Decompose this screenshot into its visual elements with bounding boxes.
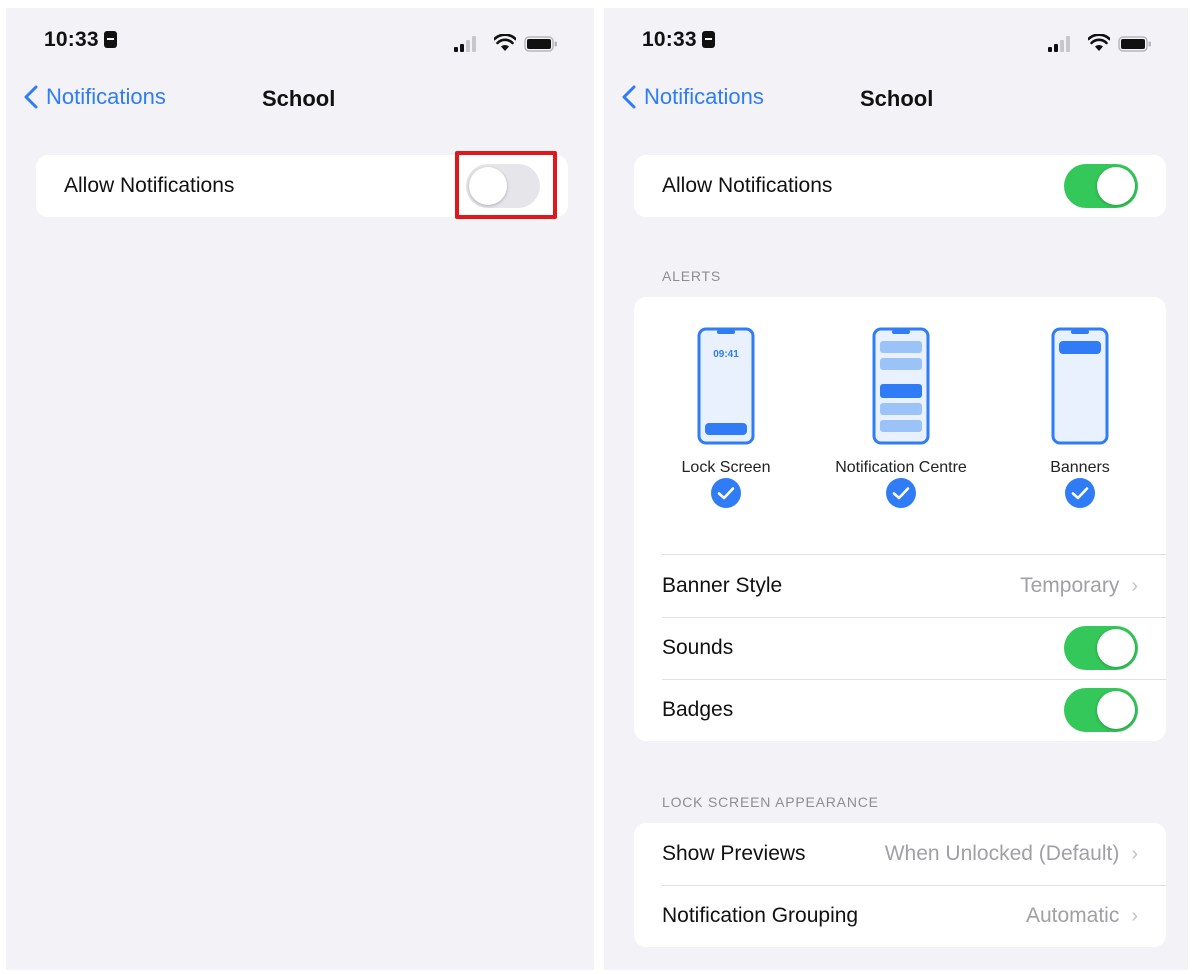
show-previews-value-wrap: When Unlocked (Default) ›: [885, 842, 1138, 866]
alert-option-lock-screen[interactable]: 09:41 Lock Screen: [636, 327, 816, 509]
id-card-icon: [701, 31, 715, 48]
battery-icon: [1118, 36, 1151, 52]
alert-option-banners[interactable]: Banners: [990, 327, 1170, 509]
banner-style-row[interactable]: Banner Style Temporary ›: [634, 555, 1166, 617]
toggle-knob: [1097, 691, 1135, 729]
wifi-icon: [494, 34, 516, 51]
allow-notifications-row: Allow Notifications: [36, 155, 568, 217]
phone-notification-centre-icon: [872, 327, 930, 445]
alert-styles: 09:41 Lock Screen Notification Centre Ba…: [634, 297, 1166, 555]
status-icons: [454, 34, 564, 54]
checkmark-icon: [1065, 478, 1095, 508]
phone-lock-screen-icon: 09:41: [697, 327, 755, 445]
alerts-group: 09:41 Lock Screen Notification Centre Ba…: [634, 297, 1166, 741]
alerts-section-header: ALERTS: [662, 268, 722, 284]
id-card-icon: [103, 31, 117, 48]
allow-notifications-group: Allow Notifications: [36, 155, 568, 217]
alert-option-notification-centre[interactable]: Notification Centre: [811, 327, 991, 509]
notification-grouping-label: Notification Grouping: [662, 904, 859, 927]
phone-banners-icon: [1051, 327, 1109, 445]
show-previews-row[interactable]: Show Previews When Unlocked (Default) ›: [634, 823, 1166, 885]
lock-screen-preview-time: 09:41: [713, 349, 739, 360]
page-title: School: [262, 86, 336, 111]
badges-toggle[interactable]: [1064, 688, 1138, 732]
allow-notifications-label: Allow Notifications: [662, 174, 833, 197]
right-screen: 10:33 Notifications School Allow Notific…: [604, 8, 1188, 970]
show-previews-label: Show Previews: [662, 842, 806, 865]
notification-grouping-value-wrap: Automatic ›: [1026, 904, 1138, 928]
alert-option-label: Banners: [1050, 459, 1110, 476]
back-label: Notifications: [46, 84, 166, 109]
alert-option-label: Lock Screen: [681, 459, 771, 476]
lock-screen-appearance-header: LOCK SCREEN APPEARANCE: [662, 794, 879, 810]
checkmark-icon: [711, 478, 741, 508]
checkmark-icon: [886, 478, 916, 508]
status-bar: 10:33: [6, 28, 594, 58]
left-screen: 10:33 Notifications School Allow Notific…: [6, 8, 594, 970]
battery-icon: [524, 36, 557, 52]
status-time: 10:33: [642, 28, 715, 52]
signal-icon: [454, 36, 476, 52]
status-time: 10:33: [44, 28, 117, 52]
status-bar: 10:33: [604, 28, 1188, 58]
toggle-knob: [469, 167, 507, 205]
badges-label: Badges: [662, 698, 734, 721]
show-previews-value: When Unlocked (Default): [884, 842, 1120, 865]
back-label: Notifications: [644, 84, 764, 109]
lock-screen-appearance-group: Show Previews When Unlocked (Default) › …: [634, 823, 1166, 947]
allow-notifications-label: Allow Notifications: [64, 174, 235, 197]
chevron-left-icon: [24, 85, 38, 109]
wifi-icon: [1088, 34, 1110, 51]
toggle-knob: [1097, 629, 1135, 667]
allow-notifications-group: Allow Notifications: [634, 155, 1166, 217]
chevron-right-icon: ›: [1131, 842, 1138, 865]
chevron-right-icon: ›: [1131, 574, 1138, 597]
allow-notifications-toggle[interactable]: [466, 164, 540, 208]
alert-option-label: Notification Centre: [835, 459, 967, 476]
banner-style-value: Temporary: [1020, 574, 1120, 597]
badges-row: Badges: [634, 679, 1166, 741]
toggle-knob: [1097, 167, 1135, 205]
page-title: School: [860, 86, 934, 111]
sounds-label: Sounds: [662, 636, 734, 659]
back-button[interactable]: Notifications: [622, 84, 764, 110]
notification-grouping-row[interactable]: Notification Grouping Automatic ›: [634, 885, 1166, 947]
allow-notifications-toggle[interactable]: [1064, 164, 1138, 208]
sounds-row: Sounds: [634, 617, 1166, 679]
status-icons: [1048, 34, 1158, 54]
nav-bar: Notifications School: [6, 80, 594, 120]
banner-style-label: Banner Style: [662, 574, 783, 597]
allow-notifications-row: Allow Notifications: [634, 155, 1166, 217]
chevron-right-icon: ›: [1131, 904, 1138, 927]
back-button[interactable]: Notifications: [24, 84, 166, 110]
nav-bar: Notifications School: [604, 80, 1188, 120]
sounds-toggle[interactable]: [1064, 626, 1138, 670]
signal-icon: [1048, 36, 1070, 52]
banner-style-value-wrap: Temporary ›: [1020, 574, 1138, 598]
notification-grouping-value: Automatic: [1025, 904, 1120, 927]
chevron-left-icon: [622, 85, 636, 109]
